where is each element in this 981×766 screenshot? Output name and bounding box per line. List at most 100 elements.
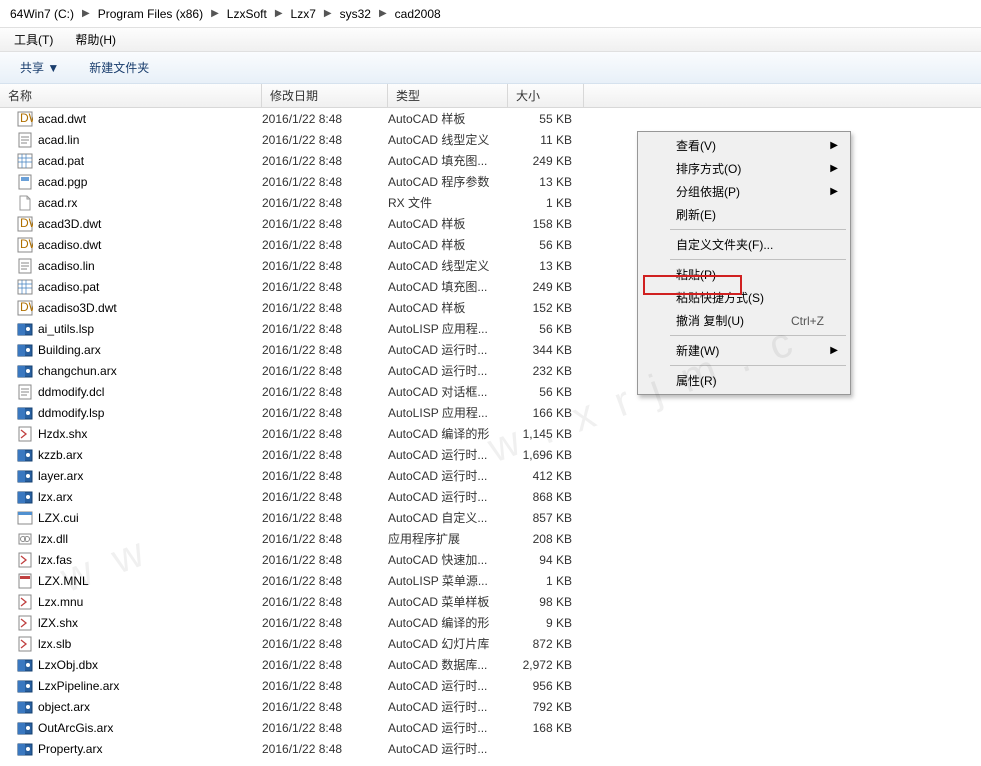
file-name: kzzb.arx (38, 448, 262, 462)
menu-tools[interactable]: 工具(T) (14, 31, 53, 48)
file-size: 56 KB (508, 322, 578, 336)
file-type: AutoCAD 快速加... (388, 551, 508, 568)
file-type: AutoCAD 填充图... (388, 278, 508, 295)
file-icon (16, 594, 34, 610)
file-name: LZX.cui (38, 511, 262, 525)
file-type: AutoCAD 编译的形 (388, 425, 508, 442)
col-name[interactable]: 名称 (0, 84, 262, 107)
file-name: Building.arx (38, 343, 262, 357)
svg-text:DWT: DWT (20, 237, 33, 251)
ctx-properties[interactable]: 属性(R) (640, 369, 848, 392)
file-size: 152 KB (508, 301, 578, 315)
file-name: LzxObj.dbx (38, 658, 262, 672)
file-name: changchun.arx (38, 364, 262, 378)
ctx-undo[interactable]: 撤消 复制(U)Ctrl+Z (640, 309, 848, 332)
breadcrumb-item[interactable]: LzxSoft (223, 7, 271, 21)
ctx-refresh[interactable]: 刷新(E) (640, 203, 848, 226)
file-row[interactable]: Property.arx2016/1/22 8:48AutoCAD 运行时... (0, 738, 981, 759)
share-button[interactable]: 共享 ▼ (20, 59, 59, 76)
file-type: AutoLISP 菜单源... (388, 572, 508, 589)
file-row[interactable]: lzx.dll2016/1/22 8:48应用程序扩展208 KB (0, 528, 981, 549)
file-row[interactable]: DWTacad.dwt2016/1/22 8:48AutoCAD 样板55 KB (0, 108, 981, 129)
file-row[interactable]: lzx.arx2016/1/22 8:48AutoCAD 运行时...868 K… (0, 486, 981, 507)
file-name: lZX.shx (38, 616, 262, 630)
file-row[interactable]: object.arx2016/1/22 8:48AutoCAD 运行时...79… (0, 696, 981, 717)
file-type: AutoCAD 运行时... (388, 467, 508, 484)
file-size: 158 KB (508, 217, 578, 231)
file-name: Hzdx.shx (38, 427, 262, 441)
breadcrumb-item[interactable]: 64Win7 (C:) (6, 7, 78, 21)
breadcrumb-item[interactable]: cad2008 (391, 7, 445, 21)
file-date: 2016/1/22 8:48 (262, 448, 388, 462)
file-date: 2016/1/22 8:48 (262, 259, 388, 273)
file-icon (16, 573, 34, 589)
file-type: AutoCAD 样板 (388, 236, 508, 253)
file-size: 166 KB (508, 406, 578, 420)
file-type: AutoCAD 运行时... (388, 698, 508, 715)
svg-text:DWT: DWT (20, 216, 33, 230)
file-date: 2016/1/22 8:48 (262, 322, 388, 336)
file-name: Lzx.mnu (38, 595, 262, 609)
file-size: 168 KB (508, 721, 578, 735)
file-row[interactable]: LZX.cui2016/1/22 8:48AutoCAD 自定义...857 K… (0, 507, 981, 528)
file-row[interactable]: ddmodify.lsp2016/1/22 8:48AutoLISP 应用程..… (0, 402, 981, 423)
chevron-right-icon: ▶ (320, 8, 336, 19)
breadcrumb-item[interactable]: Program Files (x86) (94, 7, 207, 21)
submenu-arrow-icon: ▶ (830, 186, 838, 197)
new-folder-button[interactable]: 新建文件夹 (89, 59, 149, 76)
file-size: 232 KB (508, 364, 578, 378)
breadcrumb-item[interactable]: Lzx7 (287, 7, 320, 21)
file-icon (16, 678, 34, 694)
file-row[interactable]: LzxPipeline.arx2016/1/22 8:48AutoCAD 运行时… (0, 675, 981, 696)
file-row[interactable]: lzx.fas2016/1/22 8:48AutoCAD 快速加...94 KB (0, 549, 981, 570)
file-date: 2016/1/22 8:48 (262, 700, 388, 714)
separator (670, 365, 846, 366)
file-icon (16, 510, 34, 526)
file-row[interactable]: Hzdx.shx2016/1/22 8:48AutoCAD 编译的形1,145 … (0, 423, 981, 444)
file-name: LzxPipeline.arx (38, 679, 262, 693)
file-row[interactable]: LzxObj.dbx2016/1/22 8:48AutoCAD 数据库...2,… (0, 654, 981, 675)
file-icon: DWT (16, 111, 34, 127)
ctx-paste[interactable]: 粘贴(P) (640, 263, 848, 286)
menu-help[interactable]: 帮助(H) (75, 31, 116, 48)
ctx-sort[interactable]: 排序方式(O)▶ (640, 157, 848, 180)
ctx-customize[interactable]: 自定义文件夹(F)... (640, 233, 848, 256)
col-date[interactable]: 修改日期 (262, 84, 388, 107)
file-date: 2016/1/22 8:48 (262, 469, 388, 483)
file-name: acadiso.dwt (38, 238, 262, 252)
ctx-paste-shortcut[interactable]: 粘贴快捷方式(S) (640, 286, 848, 309)
file-size: 55 KB (508, 112, 578, 126)
file-row[interactable]: lZX.shx2016/1/22 8:48AutoCAD 编译的形9 KB (0, 612, 981, 633)
file-type: AutoCAD 运行时... (388, 488, 508, 505)
ctx-new[interactable]: 新建(W)▶ (640, 339, 848, 362)
file-icon (16, 426, 34, 442)
file-size: 249 KB (508, 154, 578, 168)
file-icon (16, 279, 34, 295)
file-icon (16, 741, 34, 757)
breadcrumb[interactable]: 64Win7 (C:)▶ Program Files (x86)▶ LzxSof… (0, 0, 981, 28)
file-icon: DWT (16, 300, 34, 316)
file-type: AutoCAD 自定义... (388, 509, 508, 526)
file-date: 2016/1/22 8:48 (262, 133, 388, 147)
file-row[interactable]: kzzb.arx2016/1/22 8:48AutoCAD 运行时...1,69… (0, 444, 981, 465)
file-row[interactable]: Lzx.mnu2016/1/22 8:48AutoCAD 菜单样板98 KB (0, 591, 981, 612)
file-type: AutoCAD 菜单样板 (388, 593, 508, 610)
file-type: 应用程序扩展 (388, 530, 508, 547)
file-size: 56 KB (508, 238, 578, 252)
col-size[interactable]: 大小 (508, 84, 584, 107)
file-row[interactable]: lzx.slb2016/1/22 8:48AutoCAD 幻灯片库872 KB (0, 633, 981, 654)
file-row[interactable]: layer.arx2016/1/22 8:48AutoCAD 运行时...412… (0, 465, 981, 486)
file-icon (16, 363, 34, 379)
chevron-right-icon: ▶ (207, 8, 223, 19)
file-row[interactable]: OutArcGis.arx2016/1/22 8:48AutoCAD 运行时..… (0, 717, 981, 738)
file-row[interactable]: LZX.MNL2016/1/22 8:48AutoLISP 菜单源...1 KB (0, 570, 981, 591)
file-size: 868 KB (508, 490, 578, 504)
ctx-group[interactable]: 分组依据(P)▶ (640, 180, 848, 203)
file-name: lzx.arx (38, 490, 262, 504)
breadcrumb-item[interactable]: sys32 (336, 7, 375, 21)
file-type: AutoCAD 数据库... (388, 656, 508, 673)
menubar: 工具(T) 帮助(H) (0, 28, 981, 52)
col-type[interactable]: 类型 (388, 84, 508, 107)
svg-text:DWT: DWT (20, 300, 33, 314)
ctx-view[interactable]: 查看(V)▶ (640, 134, 848, 157)
